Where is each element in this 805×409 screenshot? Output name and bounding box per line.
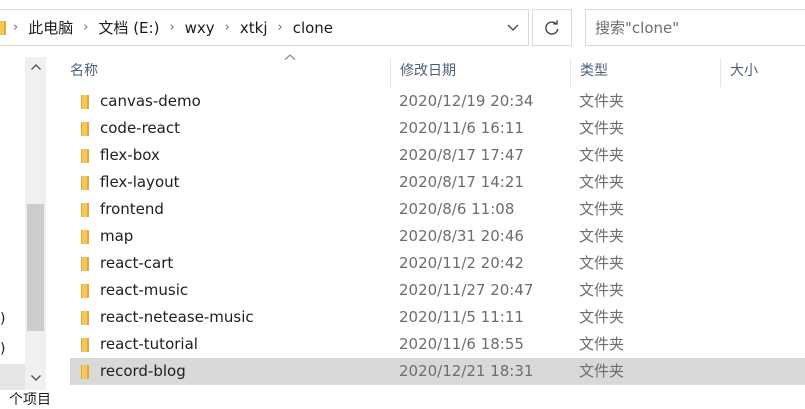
file-name[interactable]: react-cart — [100, 250, 173, 277]
file-type: 文件夹 — [579, 146, 625, 164]
file-row[interactable]: react-music 2020/11/27 20:47 文件夹 — [70, 277, 805, 304]
nav-item-fragment[interactable]: ) — [0, 311, 5, 327]
search-box[interactable] — [585, 9, 805, 46]
folder-icon — [81, 338, 89, 352]
navigation-pane: ) ) — [0, 57, 47, 405]
breadcrumb: › 此电脑 › 文档 (E:) › wxy › xtkj › clone — [13, 10, 343, 45]
address-bar[interactable]: › 此电脑 › 文档 (E:) › wxy › xtkj › clone — [0, 9, 529, 46]
breadcrumb-item[interactable]: 文档 (E:) — [98, 17, 159, 38]
folder-icon — [81, 149, 89, 163]
file-modified-date: 2020/11/5 11:11 — [399, 308, 524, 326]
file-type: 文件夹 — [579, 119, 625, 137]
scroll-up-button[interactable] — [25, 57, 46, 77]
nav-item-fragment[interactable]: ) — [0, 341, 5, 357]
file-modified-date: 2020/8/17 17:47 — [399, 146, 524, 164]
folder-icon — [81, 122, 89, 136]
chevron-down-icon — [30, 375, 41, 381]
file-row[interactable]: react-tutorial 2020/11/6 18:55 文件夹 — [70, 331, 805, 358]
address-toolbar: › 此电脑 › 文档 (E:) › wxy › xtkj › clone — [0, 0, 805, 57]
chevron-right-icon[interactable]: › — [278, 20, 283, 35]
file-name[interactable]: react-tutorial — [100, 331, 198, 358]
folder-icon — [81, 257, 89, 271]
chevron-right-icon[interactable]: › — [13, 20, 18, 35]
file-modified-date: 2020/12/21 18:31 — [399, 362, 534, 380]
folder-icon — [81, 311, 89, 325]
file-modified-date: 2020/8/17 14:21 — [399, 173, 524, 191]
breadcrumb-item[interactable]: 此电脑 — [28, 17, 73, 38]
file-type: 文件夹 — [579, 335, 625, 353]
file-type: 文件夹 — [579, 254, 625, 272]
scrollbar-thumb[interactable] — [27, 204, 44, 331]
file-row[interactable]: frontend 2020/8/6 11:08 文件夹 — [70, 196, 805, 223]
breadcrumb-item[interactable]: wxy — [185, 19, 215, 37]
file-row[interactable]: react-cart 2020/11/2 20:42 文件夹 — [70, 250, 805, 277]
file-type: 文件夹 — [579, 173, 625, 191]
file-modified-date: 2020/11/6 16:11 — [399, 119, 524, 137]
file-row[interactable]: code-react 2020/11/6 16:11 文件夹 — [70, 115, 805, 142]
folder-icon — [0, 21, 6, 35]
file-modified-date: 2020/12/19 20:34 — [399, 92, 534, 110]
chevron-up-icon — [30, 64, 41, 70]
file-modified-date: 2020/8/31 20:46 — [399, 227, 524, 245]
file-name[interactable]: code-react — [100, 115, 180, 142]
file-type: 文件夹 — [579, 362, 625, 380]
status-bar-item-count: 个项目 — [9, 392, 51, 408]
file-type: 文件夹 — [579, 281, 625, 299]
breadcrumb-item[interactable]: xtkj — [240, 19, 268, 37]
folder-icon — [81, 176, 89, 190]
nav-selected-item[interactable] — [0, 364, 25, 390]
file-row[interactable]: flex-box 2020/8/17 17:47 文件夹 — [70, 142, 805, 169]
file-name[interactable]: flex-layout — [100, 169, 180, 196]
file-type: 文件夹 — [579, 92, 625, 110]
file-modified-date: 2020/11/27 20:47 — [399, 281, 534, 299]
refresh-icon — [545, 19, 559, 35]
search-input[interactable] — [586, 10, 795, 45]
file-row[interactable]: react-netease-music 2020/11/5 11:11 文件夹 — [70, 304, 805, 331]
chevron-right-icon[interactable]: › — [169, 20, 174, 35]
file-type: 文件夹 — [579, 227, 625, 245]
file-modified-date: 2020/8/6 11:08 — [399, 200, 515, 218]
chevron-right-icon[interactable]: › — [83, 20, 88, 35]
navigation-scrollbar[interactable] — [25, 57, 46, 390]
partial-row — [60, 76, 805, 88]
breadcrumb-item[interactable]: clone — [293, 19, 333, 37]
folder-icon — [81, 365, 89, 379]
file-row[interactable]: record-blog 2020/12/21 18:31 文件夹 — [70, 358, 805, 385]
file-type: 文件夹 — [579, 308, 625, 326]
file-name[interactable]: record-blog — [100, 358, 186, 385]
scroll-down-button[interactable] — [25, 368, 46, 388]
file-name[interactable]: frontend — [100, 196, 164, 223]
file-row[interactable]: canvas-demo 2020/12/19 20:34 文件夹 — [70, 88, 805, 115]
file-modified-date: 2020/11/6 18:55 — [399, 335, 524, 353]
folder-icon — [81, 203, 89, 217]
chevron-right-icon[interactable]: › — [225, 20, 230, 35]
file-row[interactable]: map 2020/8/31 20:46 文件夹 — [70, 223, 805, 250]
folder-icon — [81, 230, 89, 244]
folder-icon — [81, 95, 89, 109]
refresh-button[interactable] — [532, 9, 572, 46]
file-row[interactable]: flex-layout 2020/8/17 14:21 文件夹 — [70, 169, 805, 196]
file-name[interactable]: map — [100, 223, 133, 250]
file-name[interactable]: react-netease-music — [100, 304, 254, 331]
file-name[interactable]: flex-box — [100, 142, 160, 169]
folder-icon — [81, 284, 89, 298]
chevron-down-icon[interactable] — [505, 21, 521, 35]
file-type: 文件夹 — [579, 200, 625, 218]
file-name[interactable]: react-music — [100, 277, 188, 304]
file-name[interactable]: canvas-demo — [100, 88, 201, 115]
file-modified-date: 2020/11/2 20:42 — [399, 254, 524, 272]
